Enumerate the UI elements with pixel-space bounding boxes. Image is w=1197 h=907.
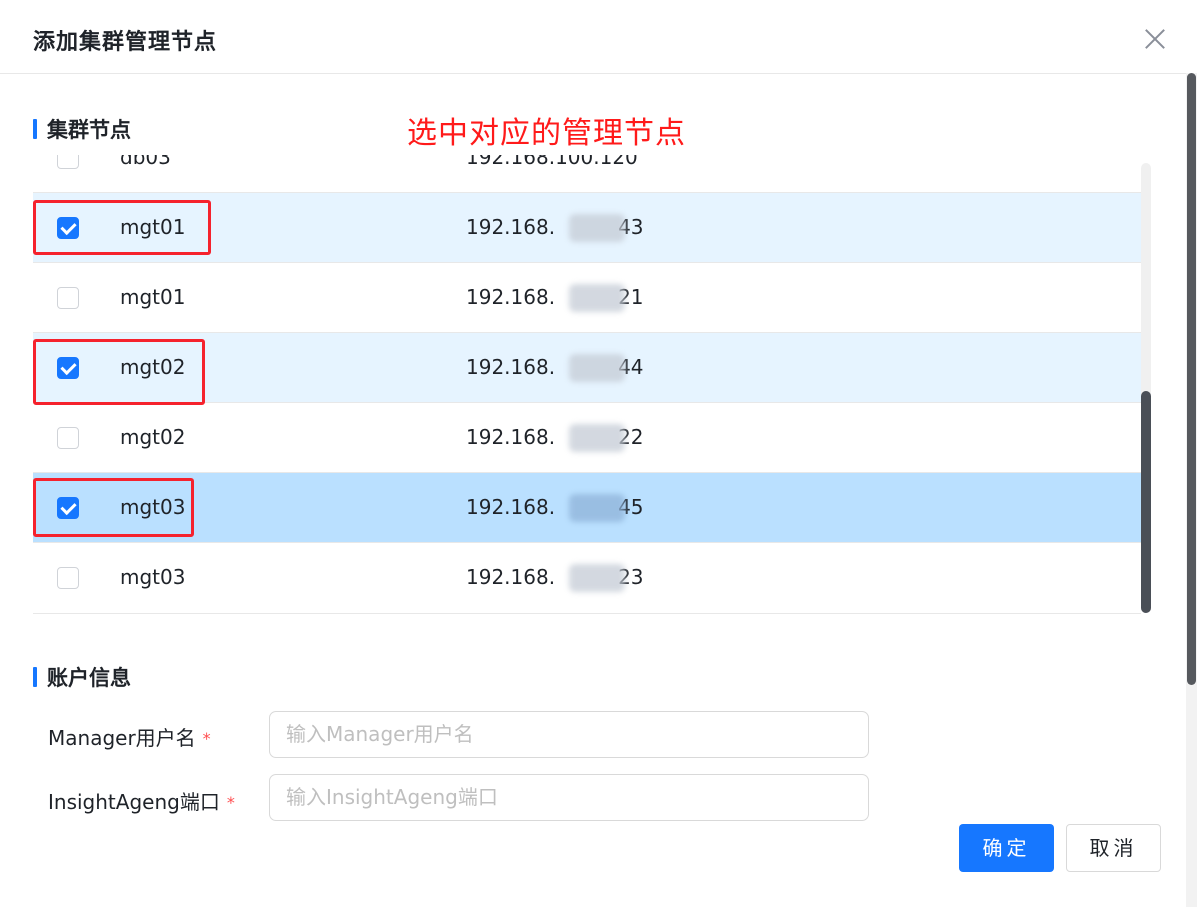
insightageng-port-placeholder: 输入InsightAgeng端口 (286, 785, 498, 809)
insightageng-port-input[interactable]: 输入InsightAgeng端口 (269, 774, 869, 821)
node-name: db03 (120, 155, 171, 169)
ip-prefix: 192.168. (466, 495, 556, 519)
redaction-blur (569, 424, 625, 452)
row-checkbox[interactable] (57, 427, 79, 449)
row-checkbox[interactable] (57, 287, 79, 309)
redaction-blur (569, 354, 625, 382)
manager-username-input[interactable]: 输入Manager用户名 (269, 711, 869, 758)
row-checkbox[interactable] (57, 567, 79, 589)
manager-username-placeholder: 输入Manager用户名 (286, 722, 474, 746)
table-row[interactable]: db03 192.168.100.120 (33, 155, 1141, 192)
table-row[interactable]: mgt02 192.168. 22 (33, 402, 1141, 472)
dialog-title: 添加集群管理节点 (33, 30, 218, 55)
node-name: mgt02 (120, 425, 186, 449)
ip-prefix: 192.168. (466, 215, 556, 239)
redaction-blur (569, 494, 625, 522)
node-ip: 192.168.100.120 (466, 155, 638, 169)
annotation-text: 选中对应的管理节点 (407, 116, 686, 151)
ip-prefix: 192.168. (466, 355, 556, 379)
insightageng-port-label: InsightAgeng端口 * (48, 786, 235, 815)
highlight-box (33, 339, 205, 405)
redaction-blur (569, 284, 625, 312)
ip-prefix: 192.168. (466, 285, 556, 309)
row-checkbox[interactable] (57, 155, 79, 169)
dialog-header: 添加集群管理节点 (0, 0, 1197, 74)
dialog-scrollbar-thumb[interactable] (1187, 73, 1196, 685)
confirm-button[interactable]: 确定 (959, 824, 1054, 872)
node-name: mgt03 (120, 565, 186, 589)
dialog-scrollbar[interactable] (1186, 73, 1197, 907)
table-row[interactable]: mgt01 192.168. 21 (33, 262, 1141, 332)
required-mark: * (202, 729, 211, 748)
redaction-blur (569, 564, 625, 592)
table-row[interactable]: mgt03 192.168. 45 (33, 472, 1141, 542)
table-scrollbar-thumb[interactable] (1141, 391, 1151, 613)
cluster-nodes-section-title: 集群节点 (33, 114, 131, 144)
table-row[interactable]: mgt03 192.168. 23 (33, 542, 1141, 612)
highlight-box (33, 478, 194, 537)
insightageng-port-label-text: InsightAgeng端口 (48, 790, 220, 814)
account-info-section-title: 账户信息 (33, 662, 131, 692)
required-mark: * (226, 793, 235, 812)
table-scrollbar[interactable] (1141, 163, 1151, 613)
manager-username-label-text: Manager用户名 (48, 726, 196, 750)
redaction-blur (569, 214, 625, 242)
node-name: mgt01 (120, 285, 186, 309)
highlight-box (33, 200, 211, 255)
add-cluster-management-node-dialog: 添加集群管理节点 集群节点 选中对应的管理节点 db03 192.168.100… (0, 0, 1197, 907)
ip-prefix: 192.168. (466, 565, 556, 589)
manager-username-label: Manager用户名 * (48, 722, 211, 751)
cancel-button[interactable]: 取消 (1066, 824, 1161, 872)
ip-prefix: 192.168. (466, 425, 556, 449)
close-icon[interactable] (1140, 24, 1170, 54)
